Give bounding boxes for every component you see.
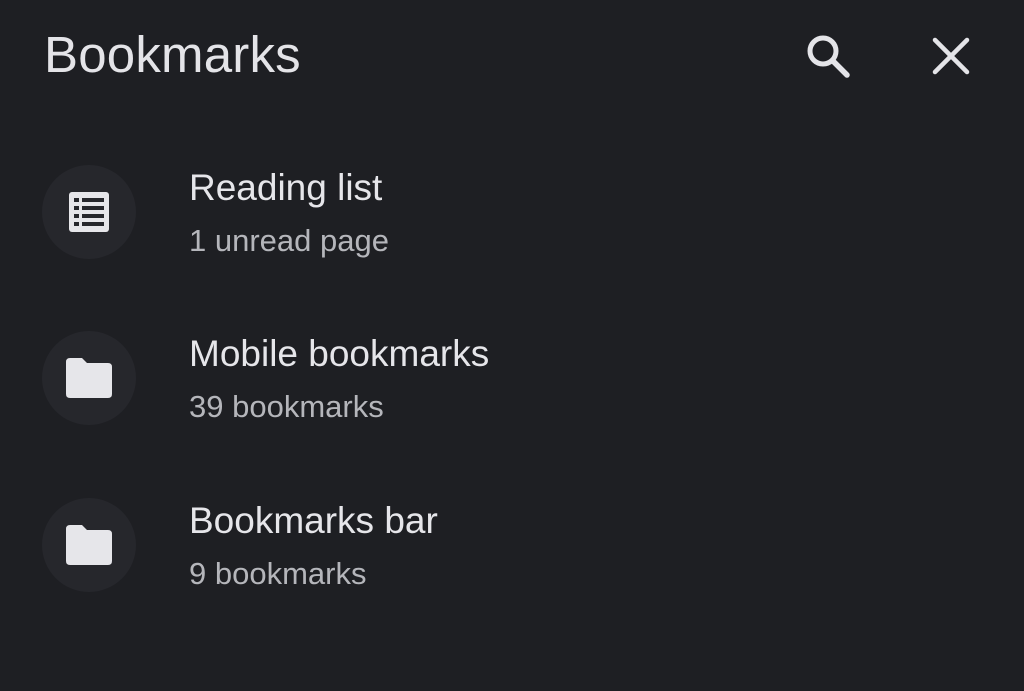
icon-container [42,165,136,259]
page-title: Bookmarks [44,26,301,83]
list-item-bookmarks-bar[interactable]: Bookmarks bar 9 bookmarks [0,473,1024,623]
header: Bookmarks [0,0,1024,110]
reading-list-icon [69,192,109,232]
close-icon [932,37,970,75]
icon-container [42,498,136,592]
item-subtitle: 9 bookmarks [189,556,367,591]
folder-icon [66,525,112,565]
close-button[interactable] [921,26,981,86]
list-item-reading-list[interactable]: Reading list 1 unread page [0,140,1024,290]
item-subtitle: 1 unread page [189,223,389,258]
search-button[interactable] [798,26,858,86]
item-title: Reading list [189,167,383,208]
search-icon [807,35,850,78]
icon-container [42,331,136,425]
bookmarks-screen: Bookmarks Reading list 1 unread page Mob… [0,0,1024,691]
list-item-mobile-bookmarks[interactable]: Mobile bookmarks 39 bookmarks [0,306,1024,456]
folder-icon [66,358,112,398]
item-title: Mobile bookmarks [189,333,490,374]
item-title: Bookmarks bar [189,500,438,541]
item-subtitle: 39 bookmarks [189,389,384,424]
